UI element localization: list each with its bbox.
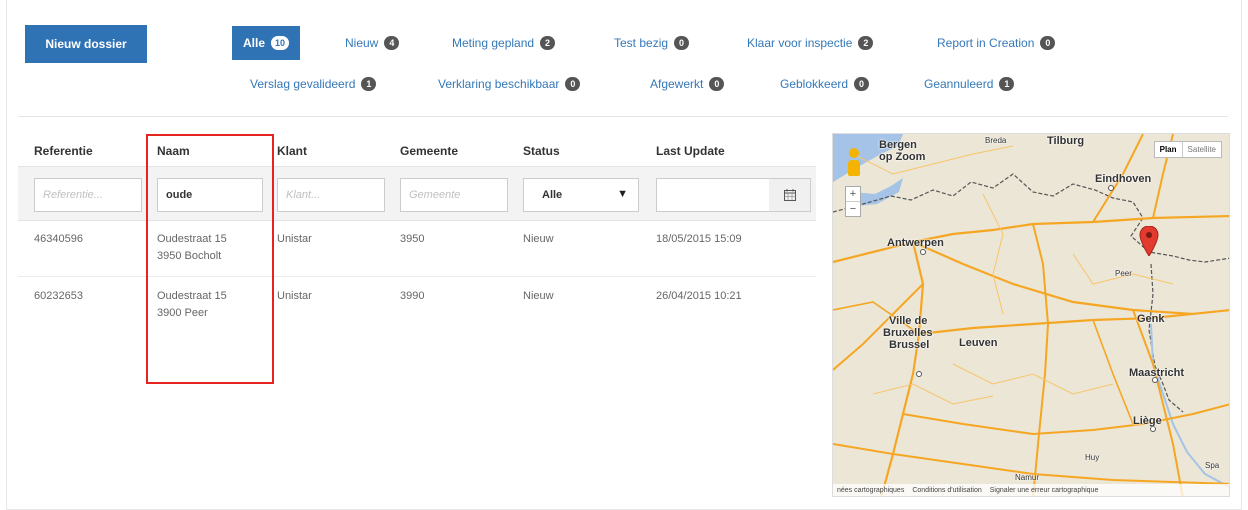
- map-attribution: nées cartographiques Conditions d'utilis…: [833, 484, 1229, 496]
- map-label-genk: Genk: [1137, 313, 1165, 325]
- map-label-bergen: Bergen: [879, 139, 917, 151]
- filter-tab-report-in-creation[interactable]: Report in Creation 0: [937, 32, 1056, 54]
- map-label-spa: Spa: [1205, 461, 1220, 470]
- filter-tab-meting-gepland[interactable]: Meting gepland 2: [452, 32, 556, 54]
- filter-count-badge: 2: [858, 36, 874, 50]
- naam-cell-street: Oudestraat 15: [157, 233, 227, 245]
- map-view[interactable]: Bergen op Zoom Breda Tilburg Eindhoven A…: [832, 133, 1230, 497]
- filter-tab-label: Geblokkeerd: [780, 77, 849, 91]
- map-label-leuven: Leuven: [959, 337, 998, 349]
- filter-tab-label: Verslag gevalideerd: [250, 77, 356, 91]
- filter-tab-label: Report in Creation: [937, 36, 1035, 50]
- map-label-namur: Namur: [1015, 473, 1040, 482]
- row-divider: [18, 276, 816, 277]
- filter-tab-klaar-voor-inspectie[interactable]: Klaar voor inspectie 2: [747, 32, 874, 54]
- filter-count-badge: 1: [999, 77, 1015, 91]
- filter-count-badge: 2: [540, 36, 556, 50]
- referentie-cell: 46340596: [34, 233, 83, 245]
- calendar-icon: [783, 189, 796, 201]
- map-pin-icon[interactable]: [1139, 226, 1159, 256]
- filter-tab-verklaring-beschikbaar[interactable]: Verklaring beschikbaar 0: [438, 73, 581, 95]
- map-label-tilburg: Tilburg: [1047, 135, 1085, 147]
- filter-tab-label: Verklaring beschikbaar: [438, 77, 560, 91]
- map-label-huy: Huy: [1085, 453, 1100, 462]
- section-divider: [18, 116, 1228, 117]
- new-dossier-button[interactable]: Nieuw dossier: [25, 25, 147, 63]
- klant-cell: Unistar: [277, 290, 312, 302]
- column-header-naam[interactable]: Naam: [157, 144, 190, 158]
- filter-tab-nieuw[interactable]: Nieuw 4: [345, 32, 400, 54]
- gemeente-cell: 3990: [400, 290, 425, 302]
- naam-cell-city: 3900 Peer: [157, 307, 208, 319]
- naam-cell-city: 3950 Bocholt: [157, 250, 222, 262]
- map-label-eindhoven: Eindhoven: [1095, 173, 1152, 185]
- filter-tab-label: Klaar voor inspectie: [747, 36, 853, 50]
- map-report-error-link[interactable]: Signaler une erreur cartographique: [990, 487, 1099, 494]
- status-select-value: Alle: [542, 189, 563, 201]
- zoom-out-button[interactable]: −: [846, 201, 860, 216]
- status-filter-select[interactable]: Alle ▼: [523, 178, 639, 212]
- filter-tab-geblokkeerd[interactable]: Geblokkeerd 0: [780, 73, 870, 95]
- filter-tab-afgewerkt[interactable]: Afgewerkt 0: [650, 73, 725, 95]
- column-header-gemeente[interactable]: Gemeente: [400, 144, 458, 158]
- last-update-cell: 18/05/2015 15:09: [656, 233, 742, 245]
- filter-tab-test-bezig[interactable]: Test bezig 0: [614, 32, 690, 54]
- last-update-cell: 26/04/2015 10:21: [656, 290, 742, 302]
- map-label-peer: Peer: [1115, 269, 1132, 278]
- filter-tab-geannuleerd[interactable]: Geannuleerd 1: [924, 73, 1015, 95]
- column-header-referentie[interactable]: Referentie: [34, 144, 93, 158]
- filter-count-badge: 4: [384, 36, 400, 50]
- map-terms-link[interactable]: Conditions d'utilisation: [912, 487, 981, 494]
- map-label-liege: Liège: [1133, 415, 1162, 427]
- filter-count-badge: 0: [565, 77, 581, 91]
- referentie-filter-input[interactable]: [34, 178, 142, 212]
- map-type-satellite-button[interactable]: Satellite: [1181, 142, 1221, 157]
- zoom-in-button[interactable]: +: [846, 187, 860, 201]
- map-label-breda: Breda: [985, 136, 1007, 145]
- map-label-op-zoom: op Zoom: [879, 151, 926, 163]
- caret-down-icon: ▼: [617, 188, 628, 200]
- filter-tab-verslag-gevalideerd[interactable]: Verslag gevalideerd 1: [250, 73, 377, 95]
- map-label-ville-de: Ville de: [889, 315, 928, 327]
- naam-filter-input[interactable]: [157, 178, 263, 212]
- filter-tab-label: Afgewerkt: [650, 77, 704, 91]
- filter-count-badge: 1: [361, 77, 377, 91]
- map-type-control: Plan Satellite: [1153, 141, 1222, 158]
- map-label-antwerpen: Antwerpen: [887, 237, 944, 249]
- gemeente-filter-input[interactable]: [400, 178, 508, 212]
- status-cell: Nieuw: [523, 290, 554, 302]
- filter-tab-label: Test bezig: [614, 36, 669, 50]
- column-header-klant[interactable]: Klant: [277, 144, 307, 158]
- filter-tab-label: Alle: [243, 36, 266, 50]
- filter-tab-label: Geannuleerd: [924, 77, 994, 91]
- map-label-brussel: Brussel: [889, 339, 930, 351]
- status-cell: Nieuw: [523, 233, 554, 245]
- column-header-last-update[interactable]: Last Update: [656, 144, 725, 158]
- klant-cell: Unistar: [277, 233, 312, 245]
- map-type-plan-button[interactable]: Plan: [1155, 142, 1182, 157]
- map-label-bruxelles: Bruxelles: [883, 327, 933, 339]
- filter-tab-label: Meting gepland: [452, 36, 535, 50]
- filter-count-badge: 0: [1040, 36, 1056, 50]
- filter-count-badge: 0: [674, 36, 690, 50]
- filter-count-badge: 0: [854, 77, 870, 91]
- referentie-cell: 60232653: [34, 290, 83, 302]
- naam-cell-street: Oudestraat 15: [157, 290, 227, 302]
- calendar-button[interactable]: [769, 178, 811, 212]
- last-update-filter-input[interactable]: [656, 178, 770, 212]
- gemeente-cell: 3950: [400, 233, 425, 245]
- street-view-pegman-icon[interactable]: [848, 148, 860, 178]
- map-data-attribution: nées cartographiques: [837, 486, 905, 494]
- klant-filter-input[interactable]: [277, 178, 385, 212]
- column-header-status[interactable]: Status: [523, 144, 560, 158]
- filter-tab-alle[interactable]: Alle 10: [232, 26, 301, 60]
- filter-count-badge: 10: [271, 36, 290, 50]
- map-zoom-control: + −: [845, 186, 861, 217]
- filter-count-badge: 0: [709, 77, 725, 91]
- filter-tab-label: Nieuw: [345, 36, 379, 50]
- map-label-maastricht: Maastricht: [1129, 367, 1185, 379]
